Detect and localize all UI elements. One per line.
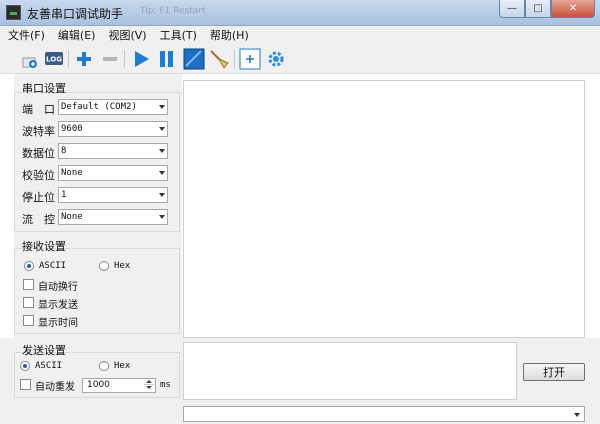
menu-view[interactable]: 视图(V) <box>108 27 146 43</box>
toolbar-separator <box>124 50 125 68</box>
chevron-down-icon <box>159 105 165 109</box>
show-time-label: 显示时间 <box>38 318 78 329</box>
parity-label: 校验位 <box>22 169 55 182</box>
toolbar-separator <box>234 50 235 68</box>
show-send-checkbox[interactable] <box>23 297 34 308</box>
receive-hex-label: Hex <box>114 261 131 271</box>
send-hex-label: Hex <box>114 361 131 371</box>
stopbits-value: 1 <box>61 190 67 200</box>
spin-down-icon[interactable] <box>144 385 154 391</box>
play-icon[interactable] <box>129 47 153 71</box>
toolbar-separator <box>68 50 69 68</box>
receive-settings-title: 接收设置 <box>22 240 66 253</box>
baud-label: 波特率 <box>22 125 55 138</box>
resend-interval-unit: ms <box>160 380 171 390</box>
menu-help[interactable]: 帮助(H) <box>210 27 249 43</box>
port-value: Default (COM2) <box>61 102 137 112</box>
databits-value: 8 <box>61 146 67 156</box>
auto-wrap-checkbox[interactable] <box>23 279 34 290</box>
menu-tools[interactable]: 工具(T) <box>160 27 197 43</box>
open-button[interactable]: 打开 <box>523 363 585 381</box>
chevron-down-icon <box>159 193 165 197</box>
menu-edit[interactable]: 编辑(E) <box>58 27 96 43</box>
databits-label: 数据位 <box>22 147 55 160</box>
expand-panel-icon[interactable] <box>238 47 262 71</box>
databits-select[interactable]: 8 <box>58 143 168 159</box>
window-title: 友善串口调试助手 <box>27 7 124 21</box>
port-select[interactable]: Default (COM2) <box>58 99 168 115</box>
chevron-down-icon <box>159 127 165 131</box>
receive-ascii-radio[interactable] <box>24 261 34 271</box>
close-button[interactable]: ✕ <box>551 0 595 18</box>
new-port-icon[interactable] <box>18 47 42 71</box>
menu-bar: 文件(F) 编辑(E) 视图(V) 工具(T) 帮助(H) <box>0 26 600 44</box>
log-icon[interactable]: LOG <box>42 47 66 71</box>
window-icon[interactable] <box>182 47 206 71</box>
flowcontrol-value: None <box>61 212 83 222</box>
remove-icon[interactable] <box>98 47 122 71</box>
maximize-button[interactable]: □ <box>525 0 551 18</box>
flowcontrol-label: 流 控 <box>22 213 55 226</box>
resend-interval-spinner[interactable]: 1000 <box>82 378 156 393</box>
add-icon[interactable] <box>72 47 96 71</box>
flowcontrol-select[interactable]: None <box>58 209 168 225</box>
ghost-title: Tip: F1 Restart <box>140 6 206 16</box>
parity-value: None <box>61 168 83 178</box>
send-history-select[interactable] <box>183 406 585 422</box>
show-time-checkbox[interactable] <box>23 315 34 326</box>
log-label: LOG <box>46 56 62 64</box>
auto-wrap-label: 自动换行 <box>38 282 78 293</box>
app-icon <box>6 5 21 20</box>
baud-value: 9600 <box>61 124 83 134</box>
stopbits-label: 停止位 <box>22 191 55 204</box>
minimize-button[interactable]: — <box>499 0 525 18</box>
send-text-area[interactable] <box>183 342 517 400</box>
chevron-down-icon <box>574 413 580 417</box>
show-send-label: 显示发送 <box>38 300 78 311</box>
send-ascii-label: ASCII <box>35 361 63 371</box>
serial-settings-title: 串口设置 <box>22 82 66 95</box>
receive-hex-radio[interactable] <box>99 261 109 271</box>
auto-resend-checkbox[interactable] <box>20 379 31 390</box>
clear-broom-icon[interactable] <box>208 47 232 71</box>
port-label: 端 口 <box>22 103 55 116</box>
send-hex-radio[interactable] <box>99 361 109 371</box>
send-settings-title: 发送设置 <box>22 344 66 357</box>
settings-gear-icon[interactable] <box>264 47 288 71</box>
toolbar: LOG <box>0 44 600 74</box>
pause-icon[interactable] <box>155 47 179 71</box>
menu-file[interactable]: 文件(F) <box>8 27 45 43</box>
window-controls: — □ ✕ <box>499 0 595 18</box>
chevron-down-icon <box>159 149 165 153</box>
chevron-down-icon <box>159 215 165 219</box>
title-bar[interactable]: 友善串口调试助手 Tip: F1 Restart — □ ✕ <box>0 0 600 26</box>
receive-ascii-label: ASCII <box>39 261 67 271</box>
parity-select[interactable]: None <box>58 165 168 181</box>
resend-interval-value: 1000 <box>87 380 110 390</box>
chevron-down-icon <box>159 171 165 175</box>
send-ascii-radio[interactable] <box>20 361 30 371</box>
auto-resend-label: 自动重发 <box>35 382 75 393</box>
baud-select[interactable]: 9600 <box>58 121 168 137</box>
stopbits-select[interactable]: 1 <box>58 187 168 203</box>
receive-text-area[interactable] <box>183 80 585 338</box>
